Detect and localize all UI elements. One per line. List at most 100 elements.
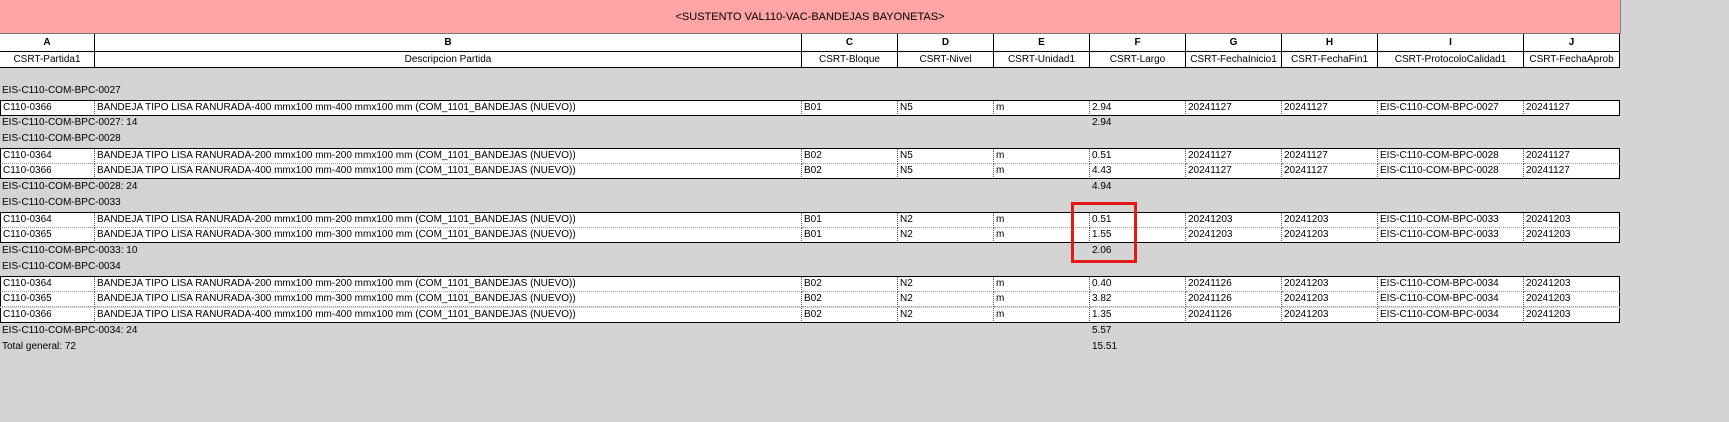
table-cell[interactable]: BANDEJA TIPO LISA RANURADA-200 mmx100 mm… [95, 213, 802, 228]
table-cell[interactable]: m [994, 149, 1090, 164]
table-cell[interactable]: 20241203 [1524, 308, 1620, 323]
table-cell[interactable]: m [994, 292, 1090, 307]
table-cell[interactable]: EIS-C110-COM-BPC-0033 [1378, 228, 1524, 243]
table-cell[interactable]: N2 [898, 213, 994, 228]
table-cell[interactable]: EIS-C110-COM-BPC-0027 [1378, 101, 1524, 116]
column-letter-a[interactable]: A [0, 34, 95, 51]
table-cell[interactable]: BANDEJA TIPO LISA RANURADA-400 mmx100 mm… [95, 164, 802, 179]
table-row[interactable]: C110-0366 BANDEJA TIPO LISA RANURADA-400 … [0, 100, 1620, 116]
table-cell[interactable]: EIS-C110-COM-BPC-0033 [1378, 213, 1524, 228]
column-letter-f[interactable]: F [1090, 34, 1186, 51]
column-header[interactable]: CSRT-Nivel [898, 52, 994, 67]
column-header[interactable]: CSRT-Largo [1090, 52, 1186, 67]
subtotal-row[interactable]: EIS-C110-COM-BPC-0033: 10 2.06 [0, 244, 1620, 259]
column-letter-c[interactable]: C [802, 34, 898, 51]
table-cell[interactable]: B01 [802, 101, 898, 116]
table-row[interactable]: C110-0364 BANDEJA TIPO LISA RANURADA-200 … [0, 212, 1620, 228]
table-cell[interactable]: 0.51 [1090, 213, 1186, 228]
table-cell[interactable]: m [994, 277, 1090, 292]
table-cell[interactable]: 20241203 [1524, 277, 1620, 292]
table-row[interactable]: C110-0364 BANDEJA TIPO LISA RANURADA-200 … [0, 276, 1620, 292]
table-cell[interactable]: 0.51 [1090, 149, 1186, 164]
table-cell[interactable]: BANDEJA TIPO LISA RANURADA-300 mmx100 mm… [95, 292, 802, 307]
column-letter-g[interactable]: G [1186, 34, 1282, 51]
table-cell[interactable]: C110-0364 [0, 149, 95, 164]
table-cell[interactable]: N5 [898, 164, 994, 179]
column-header[interactable]: CSRT-Bloque [802, 52, 898, 67]
table-cell[interactable]: 0.40 [1090, 277, 1186, 292]
subtotal-row[interactable]: EIS-C110-COM-BPC-0028: 24 4.94 [0, 180, 1620, 195]
group-header-row[interactable]: EIS-C110-COM-BPC-0033 [0, 196, 1620, 211]
table-cell[interactable]: 20241127 [1282, 101, 1378, 116]
table-cell[interactable]: 20241127 [1282, 164, 1378, 179]
table-cell[interactable]: 20241127 [1186, 164, 1282, 179]
group-header-row[interactable]: EIS-C110-COM-BPC-0027 [0, 84, 1620, 99]
table-cell[interactable]: 20241126 [1186, 292, 1282, 307]
column-letter-j[interactable]: J [1524, 34, 1620, 51]
column-header[interactable]: CSRT-FechaAprob [1524, 52, 1620, 67]
table-cell[interactable]: m [994, 213, 1090, 228]
table-cell[interactable]: 20241203 [1524, 228, 1620, 243]
subtotal-row[interactable]: EIS-C110-COM-BPC-0027: 14 2.94 [0, 116, 1620, 131]
column-letter-d[interactable]: D [898, 34, 994, 51]
table-cell[interactable]: C110-0364 [0, 277, 95, 292]
table-cell[interactable]: 20241127 [1186, 149, 1282, 164]
column-header[interactable]: CSRT-Unidad1 [994, 52, 1090, 67]
table-cell[interactable]: 20241203 [1524, 213, 1620, 228]
table-cell[interactable]: B02 [802, 277, 898, 292]
group-header-row[interactable]: EIS-C110-COM-BPC-0028 [0, 132, 1620, 147]
column-header[interactable]: Descripcion Partida [95, 52, 802, 67]
table-cell[interactable]: 20241203 [1524, 292, 1620, 307]
table-cell[interactable]: N5 [898, 149, 994, 164]
table-cell[interactable]: 20241127 [1524, 149, 1620, 164]
table-cell[interactable]: 20241127 [1282, 149, 1378, 164]
table-cell[interactable]: 20241203 [1186, 213, 1282, 228]
table-cell[interactable]: N2 [898, 292, 994, 307]
table-cell[interactable]: B02 [802, 308, 898, 323]
table-cell[interactable]: BANDEJA TIPO LISA RANURADA-300 mmx100 mm… [95, 228, 802, 243]
table-cell[interactable]: EIS-C110-COM-BPC-0028 [1378, 149, 1524, 164]
table-row[interactable]: C110-0365 BANDEJA TIPO LISA RANURADA-300 … [0, 228, 1620, 243]
table-cell[interactable]: m [994, 228, 1090, 243]
column-letter-h[interactable]: H [1282, 34, 1378, 51]
table-cell[interactable]: C110-0364 [0, 213, 95, 228]
table-cell[interactable]: 3.82 [1090, 292, 1186, 307]
table-cell[interactable]: C110-0366 [0, 164, 95, 179]
column-header[interactable]: CSRT-FechaInicio1 [1186, 52, 1282, 67]
table-row[interactable]: C110-0365 BANDEJA TIPO LISA RANURADA-300 … [0, 292, 1620, 307]
table-cell[interactable]: BANDEJA TIPO LISA RANURADA-400 mmx100 mm… [95, 308, 802, 323]
table-cell[interactable]: 1.35 [1090, 308, 1186, 323]
table-cell[interactable]: N2 [898, 277, 994, 292]
table-cell[interactable]: 20241203 [1282, 228, 1378, 243]
subtotal-row[interactable]: EIS-C110-COM-BPC-0034: 24 5.57 [0, 324, 1620, 339]
table-cell[interactable]: N2 [898, 228, 994, 243]
grand-total-row[interactable]: Total general: 72 15.51 [0, 340, 1620, 355]
table-cell[interactable]: B01 [802, 228, 898, 243]
table-cell[interactable]: B02 [802, 149, 898, 164]
column-letter-i[interactable]: I [1378, 34, 1524, 51]
table-cell[interactable]: 20241127 [1524, 101, 1620, 116]
table-row[interactable]: C110-0366 BANDEJA TIPO LISA RANURADA-400 … [0, 308, 1620, 323]
table-cell[interactable]: C110-0366 [0, 101, 95, 116]
table-cell[interactable]: C110-0365 [0, 228, 95, 243]
table-cell[interactable]: EIS-C110-COM-BPC-0034 [1378, 277, 1524, 292]
table-cell[interactable]: 1.55 [1090, 228, 1186, 243]
table-cell[interactable]: BANDEJA TIPO LISA RANURADA-200 mmx100 mm… [95, 277, 802, 292]
table-cell[interactable]: 20241203 [1186, 228, 1282, 243]
table-cell[interactable]: 20241126 [1186, 277, 1282, 292]
table-cell[interactable]: m [994, 164, 1090, 179]
table-cell[interactable]: EIS-C110-COM-BPC-0028 [1378, 164, 1524, 179]
table-cell[interactable]: 20241203 [1282, 213, 1378, 228]
table-cell[interactable]: C110-0365 [0, 292, 95, 307]
column-header[interactable]: CSRT-FechaFin1 [1282, 52, 1378, 67]
table-cell[interactable]: BANDEJA TIPO LISA RANURADA-400 mmx100 mm… [95, 101, 802, 116]
group-header-row[interactable]: EIS-C110-COM-BPC-0034 [0, 260, 1620, 275]
column-header[interactable]: CSRT-ProtocoloCalidad1 [1378, 52, 1524, 67]
table-cell[interactable]: 2.94 [1090, 101, 1186, 116]
table-cell[interactable]: 20241127 [1186, 101, 1282, 116]
column-letter-b[interactable]: B [95, 34, 802, 51]
table-cell[interactable]: 4.43 [1090, 164, 1186, 179]
table-cell[interactable]: N2 [898, 308, 994, 323]
table-cell[interactable]: 20241126 [1186, 308, 1282, 323]
table-cell[interactable]: EIS-C110-COM-BPC-0034 [1378, 308, 1524, 323]
